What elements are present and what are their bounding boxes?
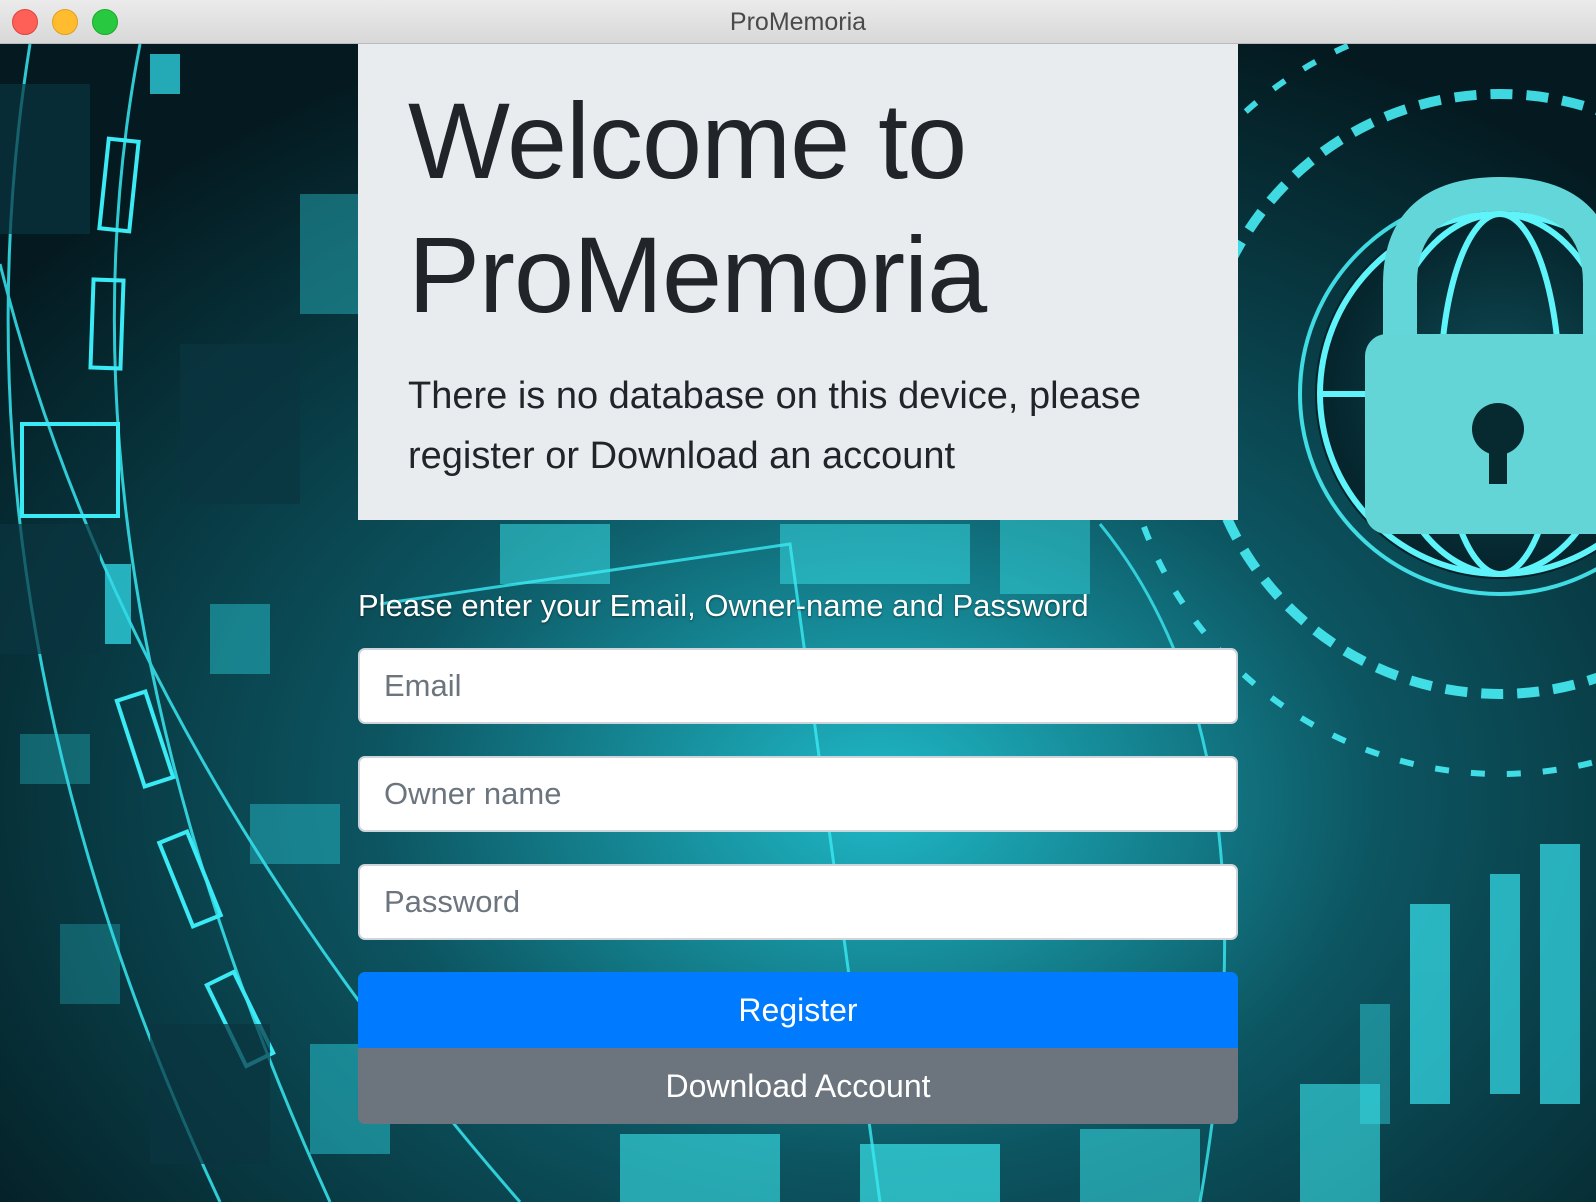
form-instructions: Please enter your Email, Owner-name and … [358, 588, 1089, 623]
welcome-title: Welcome to ProMemoria [408, 80, 987, 335]
register-button[interactable]: Register [358, 972, 1238, 1048]
welcome-jumbotron: Welcome to ProMemoria There is no databa… [358, 44, 1238, 520]
password-input[interactable] [358, 864, 1238, 940]
welcome-lead-text: There is no database on this device, ple… [408, 375, 1142, 477]
window-title: ProMemoria [729, 8, 867, 36]
app-window: ProMemoria Welcome to ProMemoria There i… [0, 0, 1596, 1202]
owner-name-input[interactable] [358, 756, 1238, 832]
download-account-button[interactable]: Download Account [358, 1048, 1238, 1124]
email-input[interactable] [358, 648, 1238, 724]
title-bar: ProMemoria [0, 0, 1596, 44]
